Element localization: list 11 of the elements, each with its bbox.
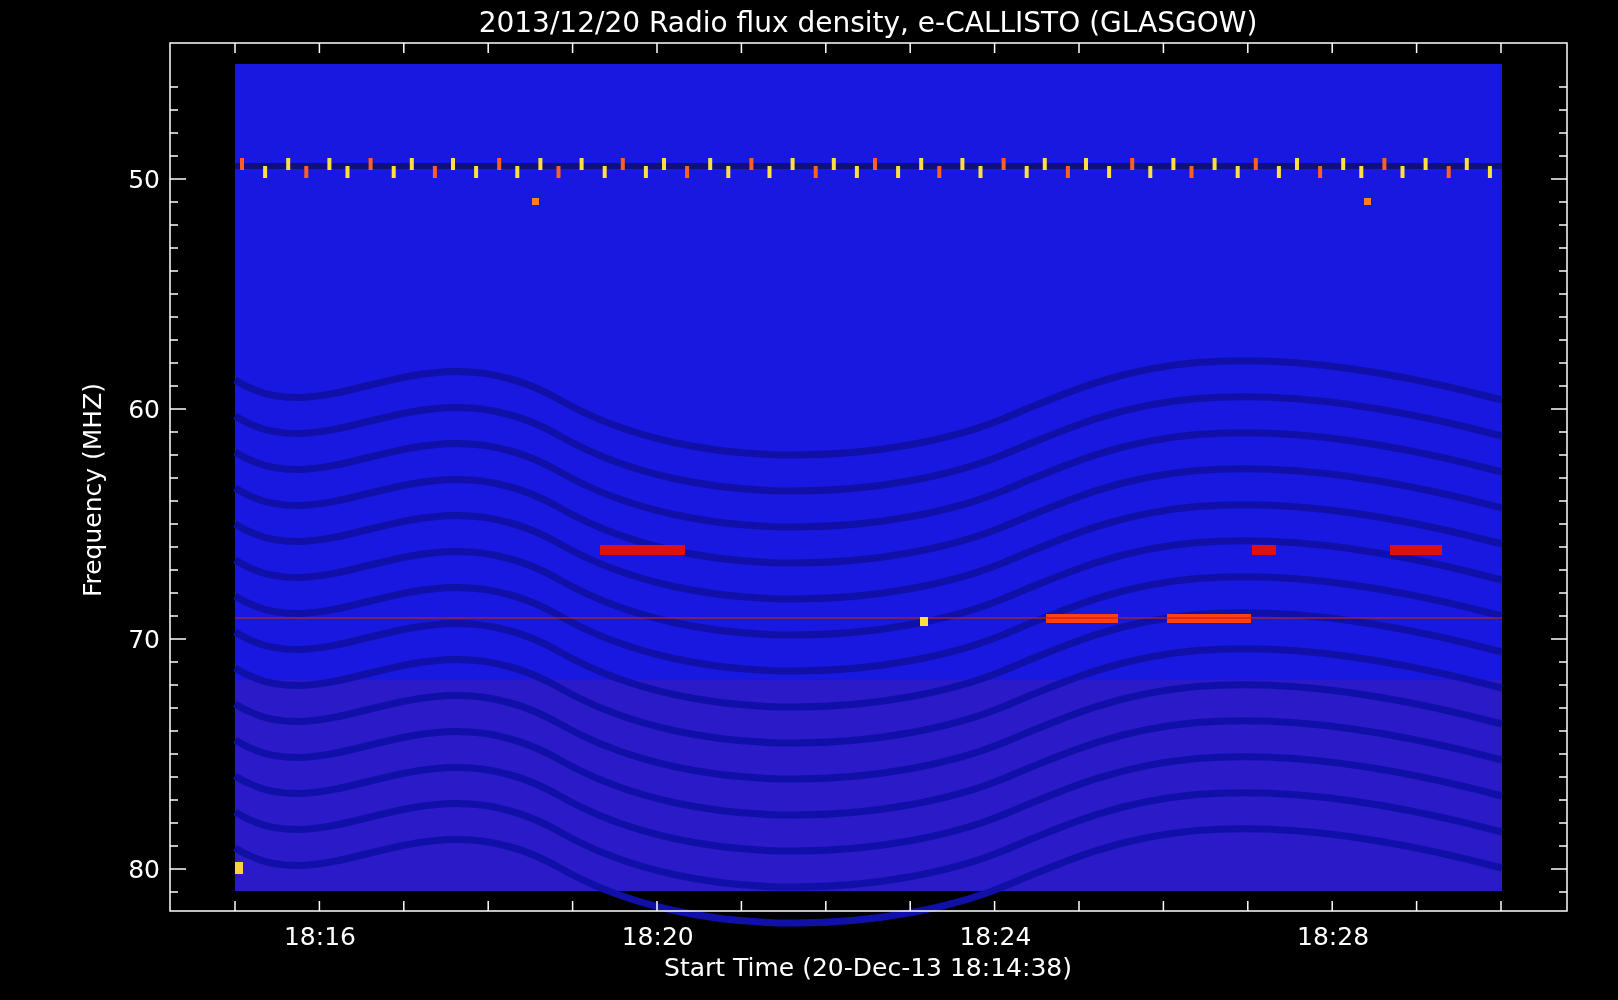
x-axis-label: Start Time (20-Dec-13 18:14:38) xyxy=(664,953,1072,982)
x-tick-label: 18:16 xyxy=(284,922,356,951)
chart-title: 2013/12/20 Radio flux density, e-CALLISTO (GLASGOW) xyxy=(478,6,1258,39)
y-axis-label: Frequency (MHZ) xyxy=(78,382,107,598)
y-tick-label: 70 xyxy=(128,625,160,654)
y-tick-label: 50 xyxy=(128,165,160,194)
y-tick-label: 80 xyxy=(128,855,160,884)
y-tick-label: 60 xyxy=(128,395,160,424)
x-tick-label: 18:24 xyxy=(959,922,1032,951)
x-tick-label: 18:28 xyxy=(1297,922,1370,951)
x-tick-label: 18:20 xyxy=(621,922,694,951)
